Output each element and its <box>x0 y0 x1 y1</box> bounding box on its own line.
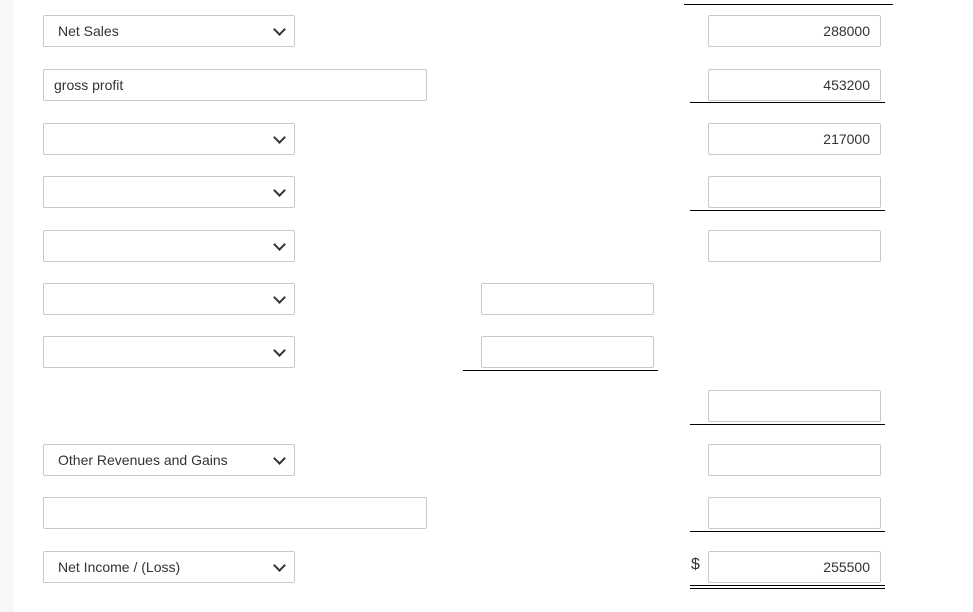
chevron-down-icon <box>273 131 286 144</box>
account-select-1[interactable]: Net Sales <box>43 15 295 47</box>
rule <box>463 370 658 371</box>
select-value: Other Revenues and Gains <box>58 452 228 468</box>
account-select-3[interactable] <box>43 123 295 155</box>
amount-input-10[interactable] <box>708 497 881 529</box>
chevron-down-icon <box>273 291 286 304</box>
subtotal-input-7[interactable] <box>481 336 654 368</box>
account-select-9[interactable]: Other Revenues and Gains <box>43 444 295 476</box>
select-value: Net Sales <box>58 23 119 39</box>
currency-symbol: $ <box>691 556 700 573</box>
rule <box>690 102 885 103</box>
chevron-down-icon <box>273 559 286 572</box>
chevron-down-icon <box>273 452 286 465</box>
amount-value: 217000 <box>823 131 870 147</box>
amount-input-5[interactable] <box>708 230 881 262</box>
subtotal-input-6[interactable] <box>481 283 654 315</box>
chevron-down-icon <box>273 344 286 357</box>
account-select-6[interactable] <box>43 283 295 315</box>
amount-value: 453200 <box>823 77 870 93</box>
amount-input-2[interactable]: 453200 <box>708 69 881 101</box>
chevron-down-icon <box>273 23 286 36</box>
chevron-down-icon <box>273 238 286 251</box>
rule <box>690 424 885 425</box>
amount-value: 255500 <box>823 559 870 575</box>
amount-input-4[interactable] <box>708 176 881 208</box>
amount-input-8[interactable] <box>708 390 881 422</box>
input-value: gross profit <box>54 77 124 93</box>
account-select-5[interactable] <box>43 230 295 262</box>
amount-value: 288000 <box>823 23 870 39</box>
account-select-7[interactable] <box>43 336 295 368</box>
rule <box>684 4 893 5</box>
double-rule-bottom <box>690 588 885 589</box>
amount-input-3[interactable]: 217000 <box>708 123 881 155</box>
select-value: Net Income / (Loss) <box>58 559 181 575</box>
left-margin <box>0 0 14 612</box>
label-input-2[interactable]: gross profit <box>43 69 427 101</box>
account-select-11[interactable]: Net Income / (Loss) <box>43 551 295 583</box>
label-input-10[interactable] <box>43 497 427 529</box>
account-select-4[interactable] <box>43 176 295 208</box>
amount-input-1[interactable]: 288000 <box>708 15 881 47</box>
amount-input-9[interactable] <box>708 444 881 476</box>
rule <box>690 531 885 532</box>
double-rule-top <box>690 585 885 586</box>
net-income-input[interactable]: 255500 <box>708 551 881 583</box>
chevron-down-icon <box>273 184 286 197</box>
rule <box>690 210 885 211</box>
